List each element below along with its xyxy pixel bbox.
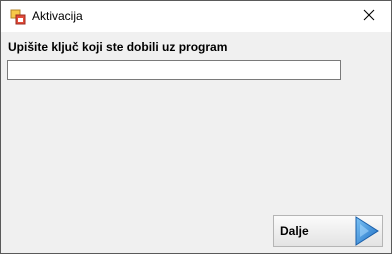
next-button[interactable]: Dalje bbox=[273, 215, 383, 247]
close-icon bbox=[363, 8, 375, 26]
key-prompt-label: Upišite ključ koji ste dobili uz program bbox=[8, 40, 228, 54]
close-button[interactable] bbox=[346, 1, 391, 32]
arrow-right-icon bbox=[354, 216, 380, 246]
app-window-icon bbox=[10, 9, 26, 25]
activation-window: Aktivacija Upišite ključ koji ste dobili… bbox=[0, 0, 392, 254]
window-title: Aktivacija bbox=[32, 9, 83, 23]
next-button-label: Dalje bbox=[280, 224, 309, 238]
activation-key-input[interactable] bbox=[7, 60, 341, 80]
client-area: Upišite ključ koji ste dobili uz program… bbox=[1, 32, 391, 253]
title-bar[interactable]: Aktivacija bbox=[1, 1, 391, 32]
